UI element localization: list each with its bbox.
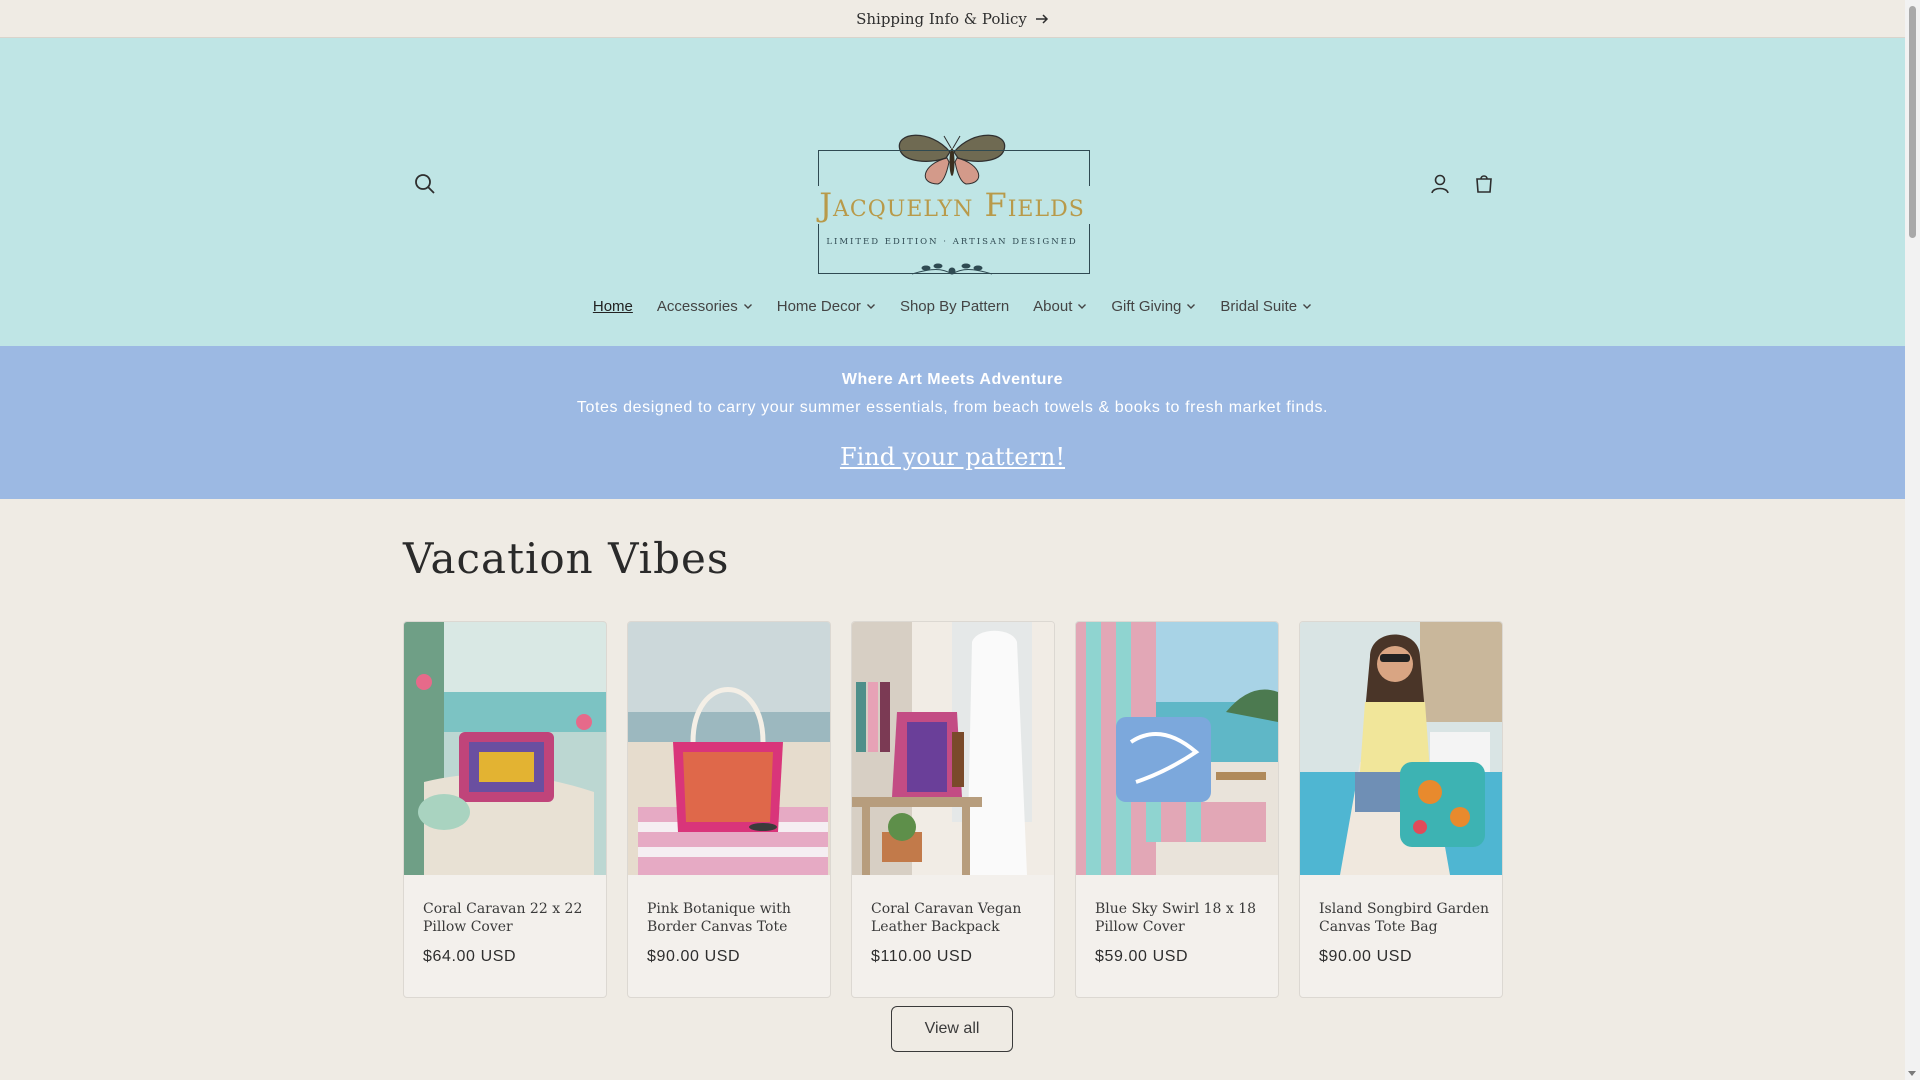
nav-item-label: Gift Giving (1111, 297, 1182, 315)
search-icon (415, 174, 435, 194)
cart-button[interactable] (1466, 166, 1502, 202)
arrow-right-icon (1035, 13, 1048, 24)
nav-item-label: Home Decor (776, 297, 861, 315)
brand-name: Jacquelyn Fields (808, 186, 1096, 224)
search-button[interactable] (407, 166, 443, 202)
product-card[interactable]: Coral Caravan Vegan Leather Backpack $11… (851, 621, 1055, 998)
account-button[interactable] (1422, 166, 1458, 202)
product-title[interactable]: Coral Caravan 22 x 22 Pillow Cover (423, 900, 593, 936)
nav-item-label: Bridal Suite (1220, 297, 1298, 315)
brand-logo[interactable]: Jacquelyn Fields LIMITED EDITION · ARTIS… (808, 88, 1096, 288)
collection-title: Vacation Vibes (403, 534, 730, 583)
chevron-down-icon (1187, 304, 1196, 309)
nav-item-label: Accessories (656, 297, 738, 315)
nav-item-label: About (1033, 297, 1073, 315)
view-all-button[interactable]: View all (891, 1006, 1013, 1052)
page-scrollbar[interactable] (1905, 0, 1920, 1080)
nav-item-label: Shop By Pattern (899, 297, 1010, 315)
product-card[interactable]: Coral Caravan 22 x 22 Pillow Cover $64.0… (403, 621, 607, 998)
product-image[interactable] (404, 622, 606, 875)
chevron-down-icon (743, 304, 752, 309)
main-nav: Home Accessories Home Decor Shop By Pattern… (0, 294, 1905, 318)
nav-item-shop-by-pattern[interactable]: Shop By Pattern (888, 294, 1021, 318)
scroll-down-icon[interactable] (1908, 1071, 1916, 1076)
scrollbar-thumb[interactable] (1909, 6, 1916, 238)
chevron-down-icon (1078, 304, 1087, 309)
product-title[interactable]: Coral Caravan Vegan Leather Backpack (871, 900, 1041, 936)
product-card[interactable]: Pink Botanique with Border Canvas Tote $… (627, 621, 831, 998)
chevron-down-icon (866, 304, 875, 309)
nav-item-bridal-suite[interactable]: Bridal Suite (1208, 294, 1324, 318)
nav-item-accessories[interactable]: Accessories (645, 294, 765, 318)
nav-item-gift-giving[interactable]: Gift Giving (1099, 294, 1208, 318)
banner-heading: Where Art Meets Adventure (841, 371, 1064, 388)
banner-text: Totes designed to carry your summer esse… (576, 399, 1329, 416)
product-title[interactable]: Pink Botanique with Border Canvas Tote (647, 900, 817, 936)
product-image[interactable] (1076, 622, 1278, 875)
announcement-text[interactable]: Shipping Info & Policy (856, 10, 1027, 28)
chevron-down-icon (1303, 304, 1312, 309)
brand-tagline: LIMITED EDITION · ARTISAN DESIGNED (826, 237, 1078, 247)
nav-item-about[interactable]: About (1021, 294, 1099, 318)
product-price: $90.00 USD (647, 948, 741, 965)
cart-icon (1476, 175, 1492, 193)
nav-item-label: Home (592, 297, 633, 315)
find-pattern-link[interactable]: Find your pattern! (0, 443, 1905, 471)
product-price: $110.00 USD (871, 948, 973, 965)
product-price: $90.00 USD (1319, 948, 1413, 965)
product-price: $64.00 USD (423, 948, 517, 965)
product-price: $59.00 USD (1095, 948, 1189, 965)
product-title[interactable]: Island Songbird Garden Canvas Tote Bag (1319, 900, 1489, 936)
product-image[interactable] (628, 622, 830, 875)
announcement-bar[interactable]: Shipping Info & Policy (0, 0, 1905, 38)
product-image[interactable] (1300, 622, 1502, 875)
product-card[interactable]: Blue Sky Swirl 18 x 18 Pillow Cover $59.… (1075, 621, 1279, 998)
product-title[interactable]: Blue Sky Swirl 18 x 18 Pillow Cover (1095, 900, 1265, 936)
product-image[interactable] (852, 622, 1054, 875)
user-icon (1431, 174, 1449, 194)
nav-item-home[interactable]: Home (581, 294, 645, 318)
promo-banner: Where Art Meets Adventure Totes designed… (0, 346, 1905, 499)
nav-item-home-decor[interactable]: Home Decor (765, 294, 888, 318)
product-card[interactable]: Island Songbird Garden Canvas Tote Bag $… (1299, 621, 1503, 998)
